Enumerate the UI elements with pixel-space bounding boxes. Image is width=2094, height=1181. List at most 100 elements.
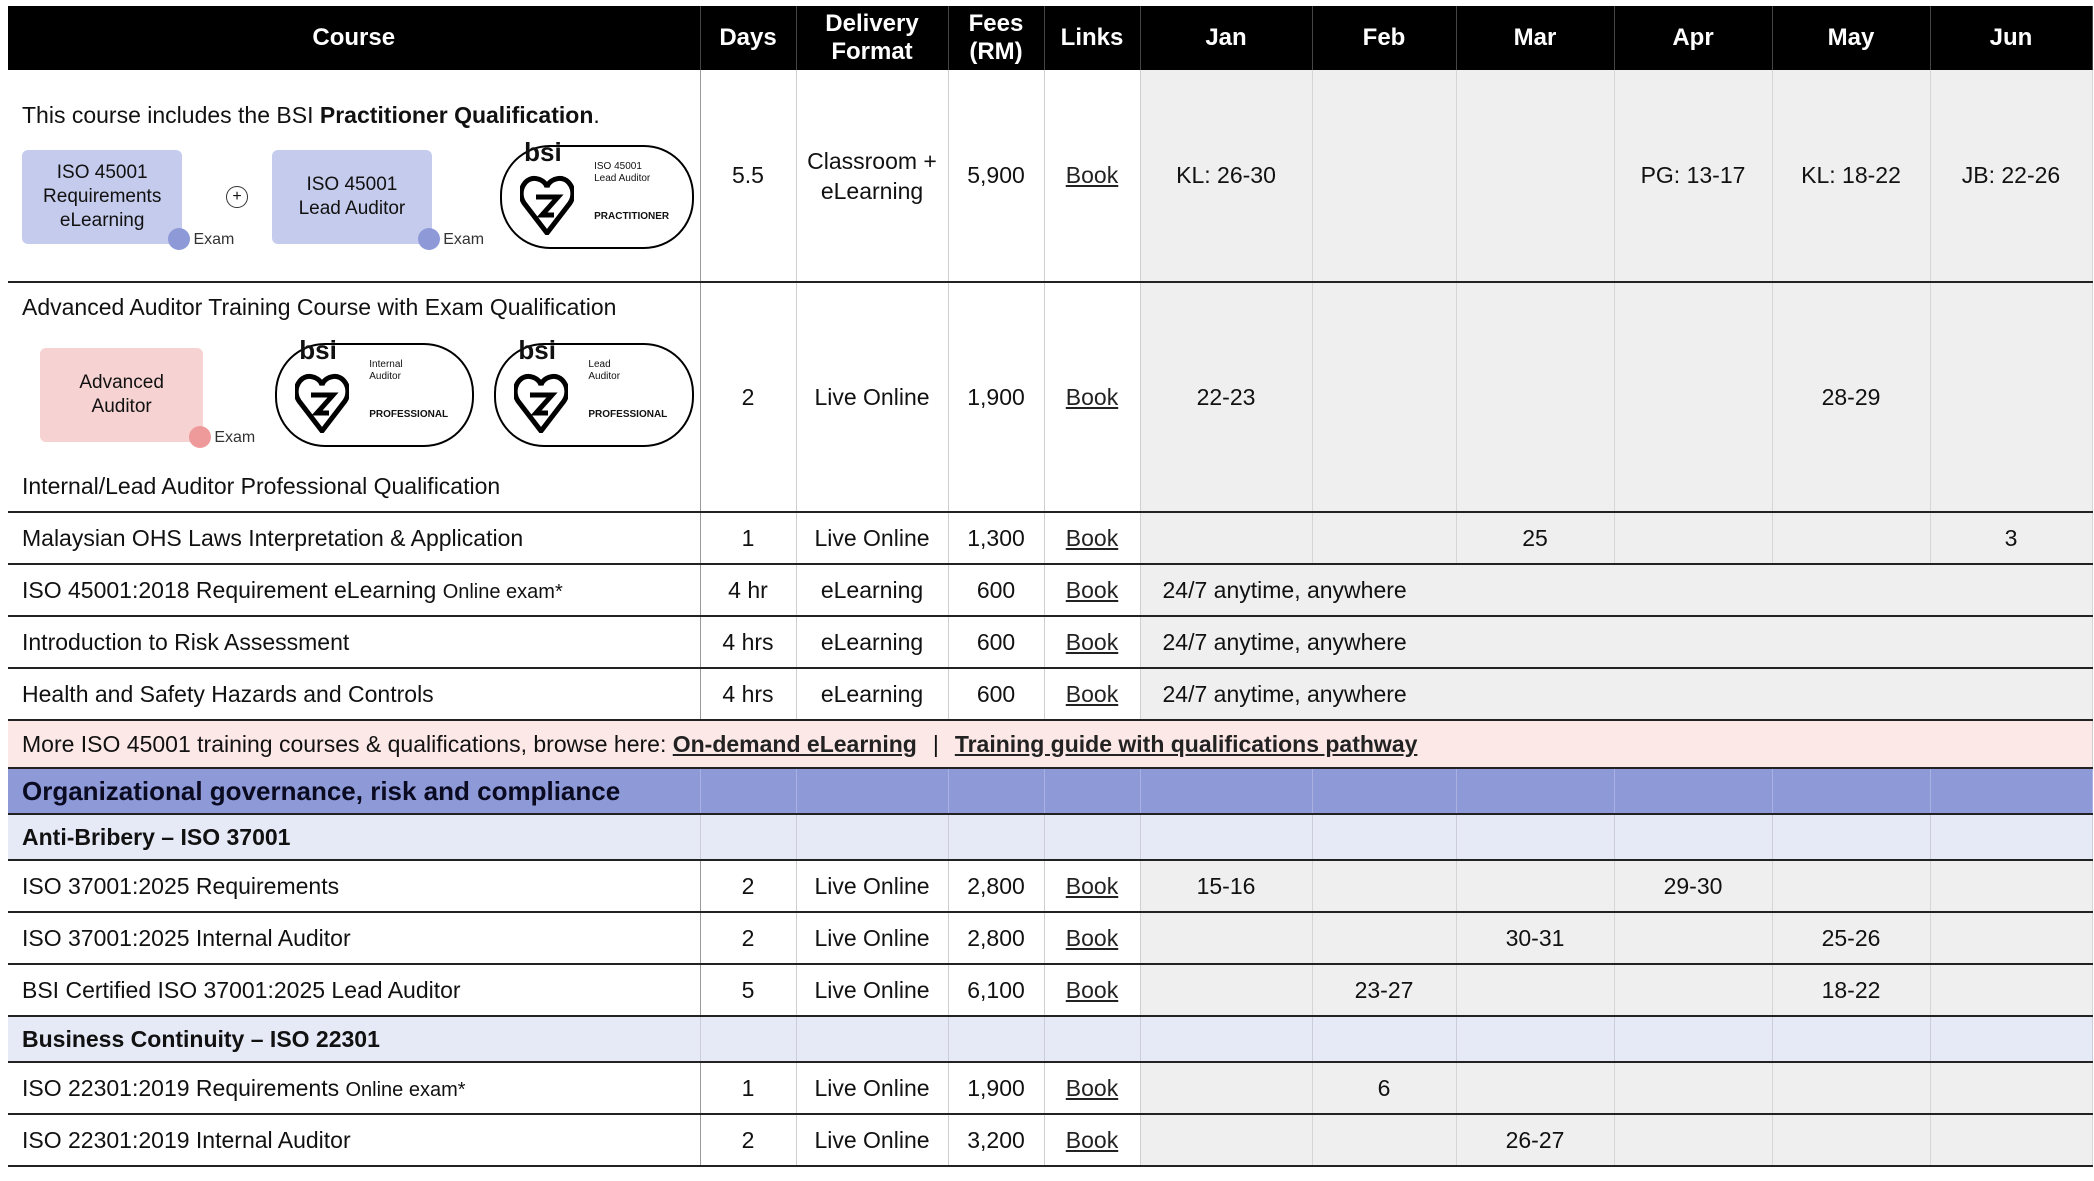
book-link[interactable]: Book	[1066, 525, 1118, 551]
sub-cell	[700, 814, 797, 861]
book-link[interactable]: Book	[1066, 162, 1118, 188]
feb-cell	[1312, 1114, 1457, 1167]
sub-cell	[1456, 814, 1615, 861]
book-link[interactable]: Book	[1066, 384, 1118, 410]
apr-cell	[1614, 1062, 1773, 1115]
days-cell: 2	[700, 282, 797, 513]
fees-cell: 600	[948, 564, 1045, 617]
seal-l1: ISO 45001	[594, 161, 642, 172]
fees-cell: 2,800	[948, 860, 1045, 913]
col-delivery-l1: Delivery	[825, 10, 919, 37]
course-title: ISO 22301:2019 Requirements	[22, 1074, 346, 1101]
col-days: Days	[700, 6, 797, 70]
may-cell: 18-22	[1772, 964, 1931, 1017]
course-note: Online exam*	[345, 1078, 466, 1101]
mar-cell	[1456, 964, 1615, 1017]
section-cell	[1930, 768, 2093, 815]
jun-cell	[1930, 964, 2093, 1017]
advanced-title: Advanced Auditor Training Course with Ex…	[22, 294, 617, 320]
feb-cell	[1312, 70, 1457, 283]
feb-cell	[1312, 282, 1457, 513]
seal-l1: Internal	[369, 359, 403, 370]
sub-cell	[1614, 814, 1773, 861]
table-row: ISO 45001:2018 Requirement eLearning Onl…	[8, 564, 2093, 617]
feb-cell	[1312, 912, 1457, 965]
practitioner-row: This course includes the BSI Practitione…	[8, 70, 2093, 283]
book-link[interactable]: Book	[1066, 1127, 1118, 1153]
book-link[interactable]: Book	[1066, 681, 1118, 707]
sub-cell	[1044, 814, 1141, 861]
advanced-course-cell: Advanced Auditor Training Course with Ex…	[8, 282, 701, 513]
sub-cell	[1772, 814, 1931, 861]
seal-label: PRACTITIONER	[594, 211, 670, 222]
apr-cell: 29-30	[1614, 860, 1773, 913]
book-link[interactable]: Book	[1066, 629, 1118, 655]
book-link-cell: Book	[1044, 964, 1141, 1017]
book-link-cell: Book	[1044, 860, 1141, 913]
training-guide-link[interactable]: Training guide with qualifications pathw…	[955, 731, 1418, 757]
bsi-internal-auditor-seal: bsi Internal Auditor PROFESSIONAL	[275, 335, 475, 447]
advanced-badges: Advanced Auditor Exam bsi Internal Auditor…	[22, 335, 694, 448]
course-name: Malaysian OHS Laws Interpretation & Appl…	[8, 512, 701, 565]
book-link[interactable]: Book	[1066, 1075, 1118, 1101]
jun-cell	[1930, 1062, 2093, 1115]
delivery-cell: Live Online	[796, 1062, 949, 1115]
col-delivery: Delivery Format	[796, 6, 949, 70]
book-link[interactable]: Book	[1066, 925, 1118, 951]
book-link[interactable]: Book	[1066, 977, 1118, 1003]
jun-cell	[1930, 860, 2093, 913]
col-jun: Jun	[1930, 6, 2093, 70]
jan-cell	[1140, 1062, 1313, 1115]
apr-cell	[1614, 1114, 1773, 1167]
may-cell: 28-29	[1772, 282, 1931, 513]
sub-cell	[796, 814, 949, 861]
days-cell: 4 hr	[700, 564, 797, 617]
table-row: ISO 22301:2019 Internal Auditor 2 Live O…	[8, 1114, 2093, 1167]
book-link[interactable]: Book	[1066, 873, 1118, 899]
practitioner-course-cell: This course includes the BSI Practitione…	[8, 70, 701, 283]
jan-cell: KL: 26-30	[1140, 70, 1313, 283]
delivery-cell: Classroom + eLearning	[796, 70, 949, 283]
seal-text: ISO 45001 Lead Auditor	[594, 161, 650, 185]
sub-cell	[1140, 814, 1313, 861]
intro-text: This course includes the BSI	[22, 102, 320, 128]
col-course: Course	[8, 6, 701, 70]
days-cell: 2	[700, 1114, 797, 1167]
mar-cell	[1456, 860, 1615, 913]
jan-cell: 22-23	[1140, 282, 1313, 513]
sub-cell	[1312, 814, 1457, 861]
table-row: ISO 37001:2025 Internal Auditor 2 Live O…	[8, 912, 2093, 965]
book-link-cell: Book	[1044, 1062, 1141, 1115]
feb-cell	[1312, 512, 1457, 565]
section-cell	[1312, 768, 1457, 815]
badge2-label: ISO 45001 Lead Auditor	[298, 174, 406, 219]
sub-cell	[1312, 1016, 1457, 1063]
seal-text: Internal Auditor	[369, 359, 402, 383]
section-row: Organizational governance, risk and comp…	[8, 768, 2093, 815]
days-cell: 4 hrs	[700, 616, 797, 669]
book-link-cell: Book	[1044, 564, 1141, 617]
fees-cell: 1,900	[948, 282, 1045, 513]
course-name: ISO 22301:2019 Internal Auditor	[8, 1114, 701, 1167]
col-fees: Fees (RM)	[948, 6, 1045, 70]
sub-cell	[1140, 1016, 1313, 1063]
section-cell	[1456, 768, 1615, 815]
sub-cell	[948, 1016, 1045, 1063]
delivery-cell: Live Online	[796, 912, 949, 965]
seal-l1: Lead	[588, 359, 611, 370]
fees-cell: 600	[948, 616, 1045, 669]
sub-cell	[948, 814, 1045, 861]
table-row: BSI Certified ISO 37001:2025 Lead Audito…	[8, 964, 2093, 1017]
subsection-row: Business Continuity – ISO 22301	[8, 1016, 2093, 1063]
on-demand-elearning-link[interactable]: On-demand eLearning	[673, 731, 917, 757]
subsection-row: Anti-Bribery – ISO 37001	[8, 814, 2093, 861]
intro-suffix: .	[593, 102, 600, 128]
exam-dot	[168, 228, 191, 250]
seal-l2: Auditor	[588, 371, 621, 382]
fees-cell: 1,900	[948, 1062, 1045, 1115]
table-row: ISO 37001:2025 Requirements 2 Live Onlin…	[8, 860, 2093, 913]
book-link[interactable]: Book	[1066, 577, 1118, 603]
feb-cell	[1312, 860, 1457, 913]
bsi-heart-icon	[295, 373, 350, 433]
bsi-lead-auditor-seal: bsi Lead Auditor PROFESSIONAL	[494, 335, 694, 447]
